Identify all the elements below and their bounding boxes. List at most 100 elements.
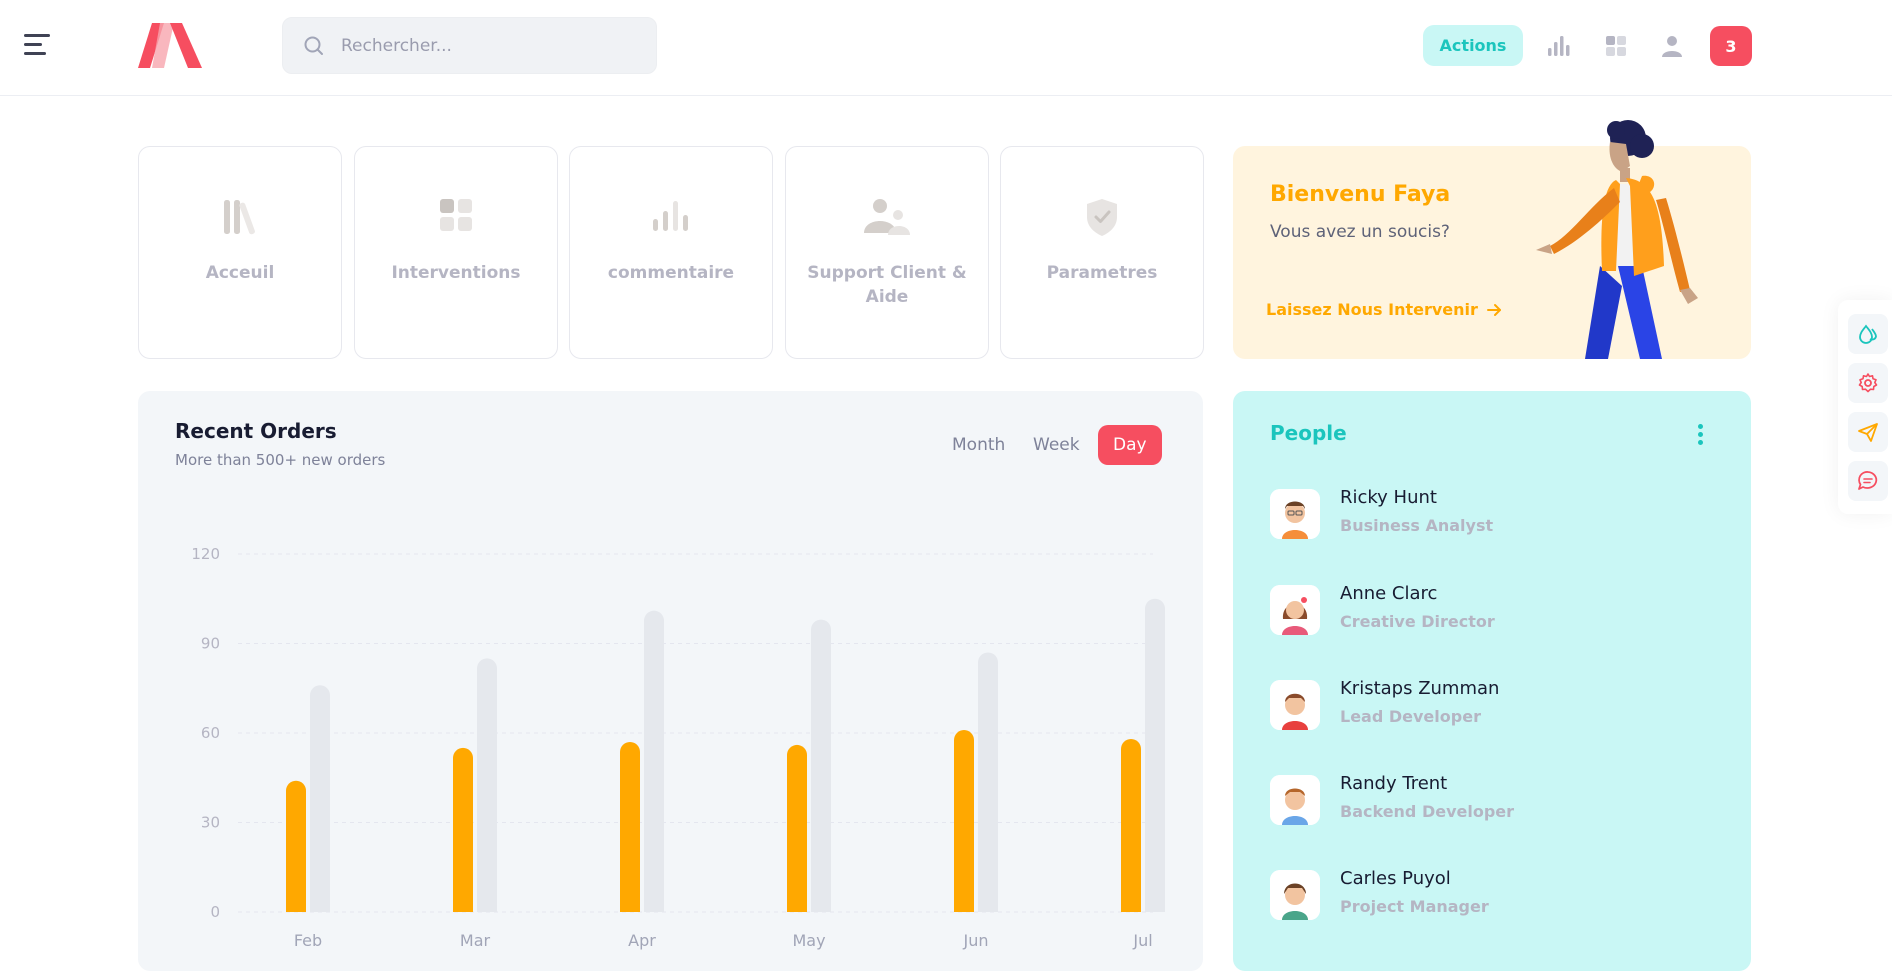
top-header: Actions 3 xyxy=(0,0,1892,96)
orders-title: Recent Orders xyxy=(175,419,337,443)
bar-chart-icon xyxy=(570,197,772,241)
bar-base-series-2 xyxy=(978,902,998,912)
welcome-subtitle: Vous avez un soucis? xyxy=(1270,222,1450,242)
welcome-card: Bienvenu Faya Vous avez un soucis? Laiss… xyxy=(1233,120,1751,359)
tile-support[interactable]: Support Client & Aide xyxy=(785,146,989,359)
avatar xyxy=(1270,775,1320,825)
tile-interventions[interactable]: Interventions xyxy=(354,146,558,359)
bar-series-2 xyxy=(1145,598,1165,912)
welcome-title: Bienvenu Faya xyxy=(1270,182,1451,207)
bar-base-series-1 xyxy=(620,902,640,912)
grid-icon xyxy=(355,197,557,241)
y-tick-label: 60 xyxy=(201,724,220,742)
bar-series-1 xyxy=(453,747,473,912)
bar-base-series-1 xyxy=(787,902,807,912)
x-tick-label: Apr xyxy=(628,931,656,950)
more-vertical-icon[interactable] xyxy=(1688,419,1712,449)
avatar xyxy=(1270,489,1320,539)
orders-bar-chart: 0 30 60 90 120 Feb Mar Apr May Jun Jul xyxy=(191,545,1165,950)
notifications-badge[interactable]: 3 xyxy=(1710,26,1752,66)
user-icon[interactable] xyxy=(1654,28,1690,64)
actions-button[interactable]: Actions xyxy=(1423,25,1523,66)
arrow-right-icon xyxy=(1486,303,1501,316)
tile-label: commentaire xyxy=(607,263,735,283)
avatar xyxy=(1270,585,1320,635)
bar-series-2 xyxy=(644,610,664,912)
toggle-month[interactable]: Month xyxy=(937,425,1020,465)
bar-series-1 xyxy=(620,741,640,912)
bar-series-2 xyxy=(477,658,497,912)
y-tick-label: 30 xyxy=(201,814,220,832)
x-tick-label: Mar xyxy=(460,931,491,950)
person-role: Business Analyst xyxy=(1340,516,1494,535)
send-icon[interactable] xyxy=(1848,412,1888,452)
tile-commentaire[interactable]: commentaire xyxy=(569,146,773,359)
y-tick-label: 0 xyxy=(210,903,220,921)
person-item[interactable]: Carles Puyol Project Manager xyxy=(1270,868,1710,928)
bar-series-1 xyxy=(787,744,807,912)
library-icon xyxy=(139,197,341,241)
search-icon xyxy=(304,36,323,55)
intervene-link-label: Laissez Nous Intervenir xyxy=(1266,300,1478,319)
person-name: Kristaps Zumman xyxy=(1340,678,1500,699)
tile-label: Acceuil xyxy=(205,263,275,283)
search-input[interactable] xyxy=(341,18,641,73)
settings-gear-icon[interactable] xyxy=(1848,363,1888,403)
walking-person-illustration xyxy=(1536,120,1698,359)
x-tick-label: Feb xyxy=(294,931,322,950)
bar-chart-icon[interactable] xyxy=(1541,28,1577,64)
bar-base-series-1 xyxy=(1121,902,1141,912)
person-item[interactable]: Anne Clarc Creative Director xyxy=(1270,583,1710,643)
y-tick-label: 120 xyxy=(191,545,220,563)
y-tick-label: 90 xyxy=(201,635,220,653)
bar-series-1 xyxy=(1121,738,1141,912)
person-role: Project Manager xyxy=(1340,897,1489,916)
avatar xyxy=(1270,870,1320,920)
tile-label: Support Client & Aide xyxy=(807,263,967,307)
tile-label: Interventions xyxy=(391,263,521,283)
person-role: Creative Director xyxy=(1340,612,1495,631)
person-item[interactable]: Ricky Hunt Business Analyst xyxy=(1270,487,1710,547)
bar-base-series-1 xyxy=(286,902,306,912)
bar-base-series-2 xyxy=(310,902,330,912)
person-name: Ricky Hunt xyxy=(1340,487,1437,508)
tile-label: Parametres xyxy=(1046,263,1158,283)
x-tick-label: May xyxy=(792,931,825,950)
app-logo[interactable] xyxy=(138,23,202,68)
people-title: People xyxy=(1270,421,1347,445)
bar-series-2 xyxy=(811,619,831,912)
person-role: Backend Developer xyxy=(1340,802,1515,821)
x-tick-label: Jun xyxy=(963,931,989,950)
apps-grid-icon[interactable] xyxy=(1598,28,1634,64)
person-name: Carles Puyol xyxy=(1340,868,1451,889)
bar-base-series-2 xyxy=(644,902,664,912)
person-name: Anne Clarc xyxy=(1340,583,1438,604)
chat-icon[interactable] xyxy=(1848,461,1888,501)
search-box xyxy=(282,17,657,74)
toggle-week[interactable]: Week xyxy=(1018,425,1095,465)
tile-acceuil[interactable]: Acceuil xyxy=(138,146,342,359)
shield-check-icon xyxy=(1001,197,1203,241)
bar-base-series-2 xyxy=(1145,902,1165,912)
person-item[interactable]: Randy Trent Backend Developer xyxy=(1270,773,1710,833)
avatar xyxy=(1270,680,1320,730)
bar-base-series-1 xyxy=(453,902,473,912)
bar-base-series-2 xyxy=(811,902,831,912)
x-tick-label: Jul xyxy=(1132,931,1152,950)
bar-series-1 xyxy=(954,730,974,912)
person-item[interactable]: Kristaps Zumman Lead Developer xyxy=(1270,678,1710,738)
person-name: Randy Trent xyxy=(1340,773,1448,794)
quick-actions-toolbar xyxy=(1838,300,1892,514)
users-icon xyxy=(786,197,988,241)
recent-orders-card: Recent Orders More than 500+ new orders … xyxy=(138,391,1203,971)
bar-series-2 xyxy=(310,685,330,912)
menu-toggle-icon[interactable] xyxy=(24,34,50,56)
person-role: Lead Developer xyxy=(1340,707,1481,726)
bar-series-2 xyxy=(978,652,998,912)
intervene-link[interactable]: Laissez Nous Intervenir xyxy=(1266,300,1504,319)
bar-series-1 xyxy=(286,780,306,912)
toggle-day[interactable]: Day xyxy=(1098,425,1162,465)
drops-icon[interactable] xyxy=(1848,314,1888,354)
bar-base-series-1 xyxy=(954,902,974,912)
tile-parametres[interactable]: Parametres xyxy=(1000,146,1204,359)
